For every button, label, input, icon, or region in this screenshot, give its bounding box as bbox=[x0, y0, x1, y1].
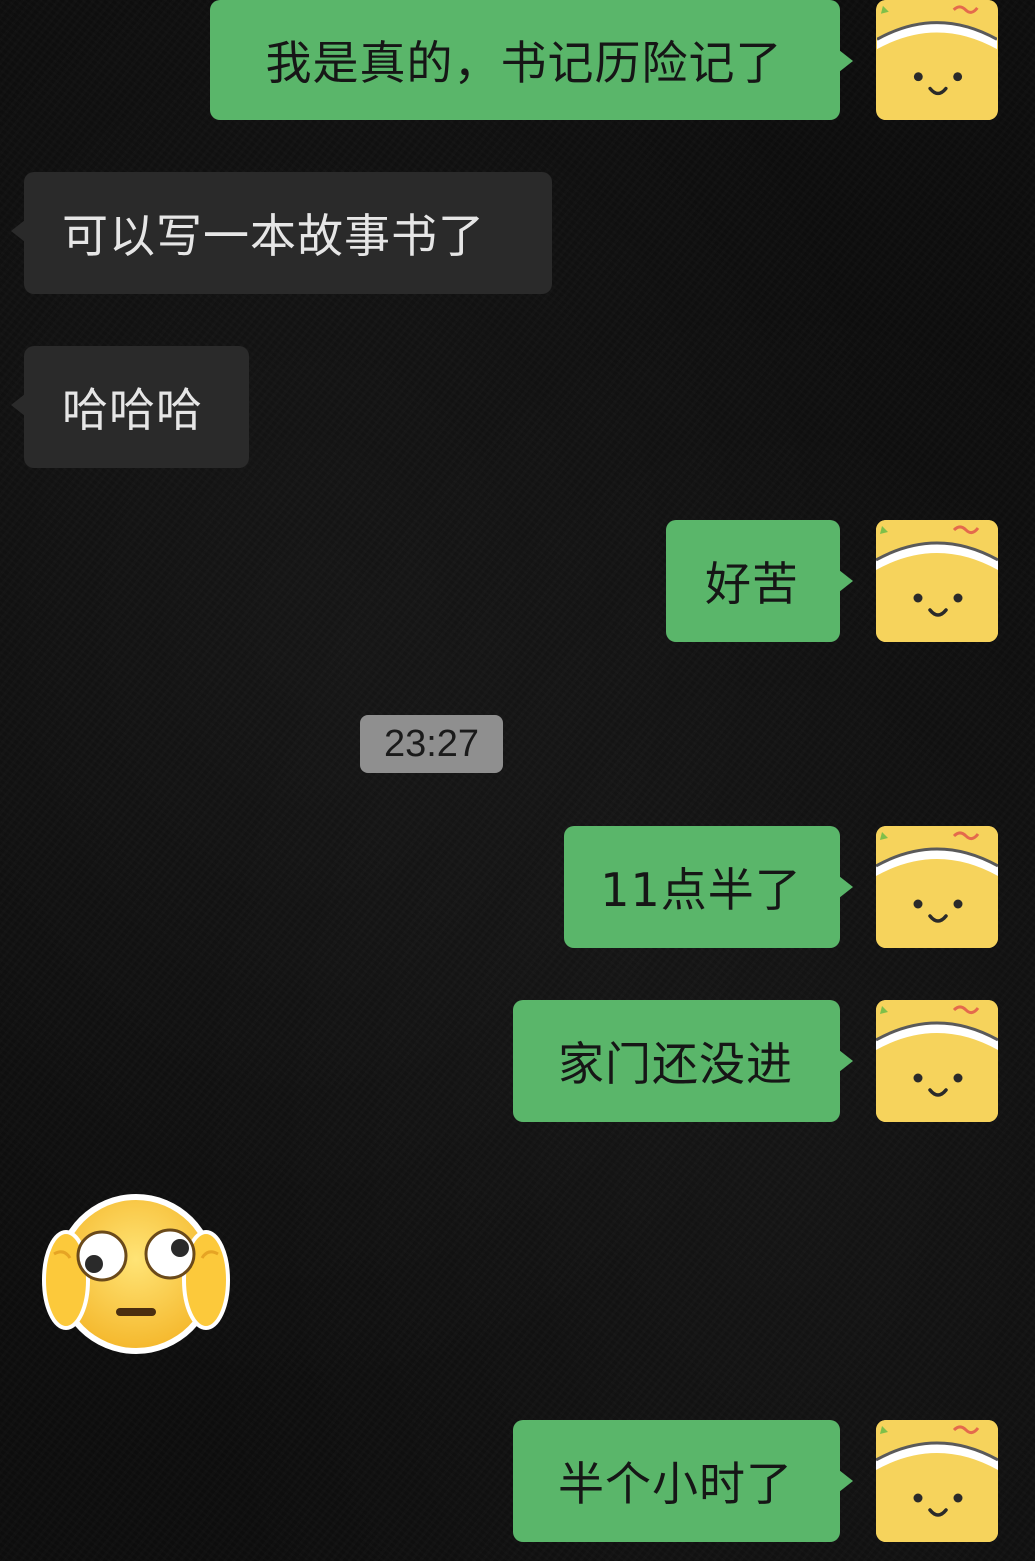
self-avatar[interactable] bbox=[876, 1000, 998, 1122]
sticker-message[interactable] bbox=[40, 1184, 232, 1360]
message-text: 家门还没进 bbox=[558, 1037, 793, 1091]
message-text: 可以写一本故事书了 bbox=[62, 209, 485, 263]
message-bubble-outgoing[interactable]: 11点半了 bbox=[564, 826, 853, 948]
timestamp-divider: 23:27 bbox=[360, 715, 503, 773]
message-text: 11点半了 bbox=[600, 863, 802, 917]
message-bubble-outgoing[interactable]: 我是真的，书记历险记了 bbox=[210, 0, 853, 120]
smiling-face-avatar-icon bbox=[876, 520, 998, 642]
message-bubble-outgoing[interactable]: 半个小时了 bbox=[513, 1420, 853, 1542]
message-text: 我是真的，书记历险记了 bbox=[265, 36, 783, 90]
message-bubble-outgoing[interactable]: 家门还没进 bbox=[513, 1000, 853, 1122]
self-avatar[interactable] bbox=[876, 0, 998, 120]
smiling-face-avatar-icon bbox=[876, 826, 998, 948]
message-text: 哈哈哈 bbox=[62, 383, 203, 437]
message-bubble-outgoing[interactable]: 好苦 bbox=[666, 520, 853, 642]
message-text: 好苦 bbox=[705, 557, 799, 611]
self-avatar[interactable] bbox=[876, 520, 998, 642]
smiling-face-avatar-icon bbox=[876, 0, 998, 120]
smiling-face-avatar-icon bbox=[876, 1420, 998, 1542]
flushed-emoji-covering-ears-icon bbox=[42, 1194, 230, 1354]
message-bubble-incoming[interactable]: 可以写一本故事书了 bbox=[11, 172, 552, 294]
message-text: 半个小时了 bbox=[558, 1457, 793, 1511]
smiling-face-avatar-icon bbox=[876, 1000, 998, 1122]
chat-message-list[interactable]: 我是真的，书记历险记了 可以写一本故事书了 哈哈哈 好苦 23:27 11点半了… bbox=[0, 0, 1035, 1561]
self-avatar[interactable] bbox=[876, 826, 998, 948]
message-bubble-incoming[interactable]: 哈哈哈 bbox=[11, 346, 249, 468]
self-avatar[interactable] bbox=[876, 1420, 998, 1542]
